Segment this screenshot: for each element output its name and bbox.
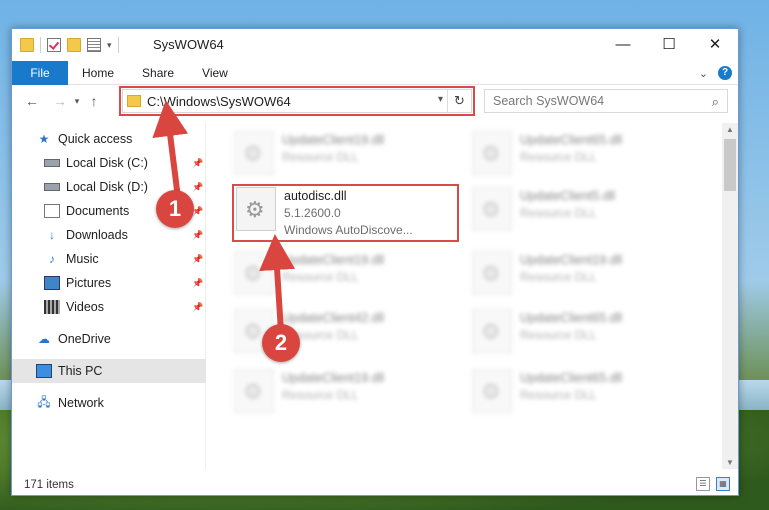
- step-1-callout: 1: [156, 190, 194, 228]
- arrow-to-file: [259, 234, 296, 333]
- annotation-arrows: [152, 100, 296, 333]
- arrow-to-address-bar: [152, 100, 189, 199]
- step-2-callout: 2: [262, 324, 300, 362]
